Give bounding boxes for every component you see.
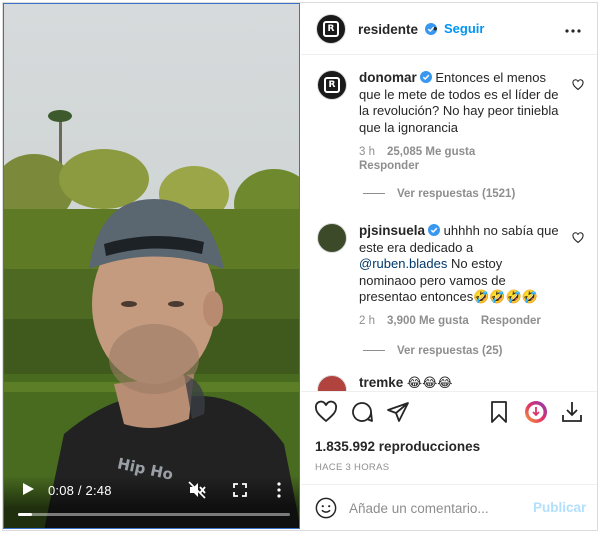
comment-body: 😂😂😂: [406, 375, 453, 390]
post-timestamp: HACE 3 HORAS: [315, 462, 390, 473]
reply-button[interactable]: Responder: [359, 160, 419, 172]
commenter-username[interactable]: tremke: [359, 375, 403, 390]
view-replies[interactable]: Ver respuestas (25): [363, 345, 502, 357]
emoji-icon[interactable]: [315, 497, 337, 519]
comment-composer: Publicar: [301, 484, 597, 530]
post-header: R residente • Seguir: [301, 3, 597, 55]
play-icon[interactable]: [21, 482, 35, 496]
share-icon[interactable]: [386, 400, 410, 424]
author-avatar[interactable]: R: [316, 14, 346, 44]
comment-text: donomar Entonces el menos que le mete de…: [359, 70, 561, 136]
heart-icon[interactable]: [314, 400, 338, 424]
comment-text: tremke 😂😂😂: [359, 375, 561, 391]
comment-time: 2 h: [359, 315, 375, 327]
fullscreen-icon[interactable]: [233, 483, 247, 497]
instagram-download-icon[interactable]: [524, 400, 548, 424]
comment-item: tremke 😂😂😂: [317, 375, 587, 391]
author-logo-icon: R: [323, 21, 339, 37]
view-replies-label: Ver respuestas (25): [397, 345, 503, 357]
post-comment-button[interactable]: Publicar: [533, 500, 586, 515]
video-progress-bar[interactable]: [18, 513, 290, 516]
author-username[interactable]: residente: [358, 22, 418, 37]
comment-item: R donomar Entonces el menos que le mete …: [317, 70, 587, 200]
comment-like-icon[interactable]: [572, 79, 584, 91]
comment-likes[interactable]: 25,085 Me gusta: [387, 146, 475, 158]
more-vertical-icon[interactable]: [276, 481, 282, 499]
commenter-avatar[interactable]: [317, 375, 347, 391]
header-separator: •: [433, 21, 438, 36]
author-row: residente: [358, 21, 438, 39]
comment-meta: 2 h 3,900 Me gusta Responder: [359, 315, 553, 327]
replies-divider: [363, 193, 385, 195]
bookmark-icon[interactable]: [487, 400, 511, 424]
comment-time: 3 h: [359, 146, 375, 158]
commenter-logo-icon: R: [324, 77, 340, 93]
view-replies[interactable]: Ver respuestas (1521): [363, 188, 515, 200]
reply-button[interactable]: Responder: [481, 315, 541, 327]
video-frame: Hip Ho: [4, 4, 299, 528]
comment-meta: 3 h 25,085 Me gusta: [359, 146, 487, 158]
commenter-avatar[interactable]: [317, 223, 347, 253]
view-count[interactable]: 1.835.992 reproducciones: [315, 439, 480, 454]
video-progress-fill: [18, 513, 32, 516]
video-player[interactable]: Hip Ho 0:08 / 2:48: [3, 3, 300, 529]
comment-text: pjsinsuela uhhhh no sabía que este era d…: [359, 223, 561, 306]
comment-like-icon[interactable]: [572, 232, 584, 244]
comment-mention-link[interactable]: @ruben.blades: [359, 256, 447, 271]
comment-input[interactable]: [349, 497, 519, 519]
comment-icon[interactable]: [350, 400, 374, 424]
verified-icon: [419, 71, 432, 83]
comment-item: pjsinsuela uhhhh no sabía que este era d…: [317, 223, 587, 363]
action-bar: 1.835.992 reproducciones HACE 3 HORAS Pu…: [301, 391, 597, 529]
more-options-icon[interactable]: [565, 29, 581, 33]
commenter-username[interactable]: pjsinsuela: [359, 223, 425, 238]
commenter-avatar[interactable]: R: [317, 70, 347, 100]
video-time: 0:08 / 2:48: [48, 483, 112, 498]
commenter-username[interactable]: donomar: [359, 70, 417, 85]
verified-icon: [428, 224, 441, 236]
follow-button[interactable]: Seguir: [444, 21, 484, 36]
replies-divider: [363, 350, 385, 352]
comment-likes[interactable]: 3,900 Me gusta: [387, 315, 469, 327]
mute-icon[interactable]: [188, 481, 206, 499]
post-sidebar: R residente • Seguir R donomar Entonces …: [301, 3, 597, 529]
download-icon[interactable]: [560, 400, 584, 424]
view-replies-label: Ver respuestas (1521): [397, 188, 516, 200]
